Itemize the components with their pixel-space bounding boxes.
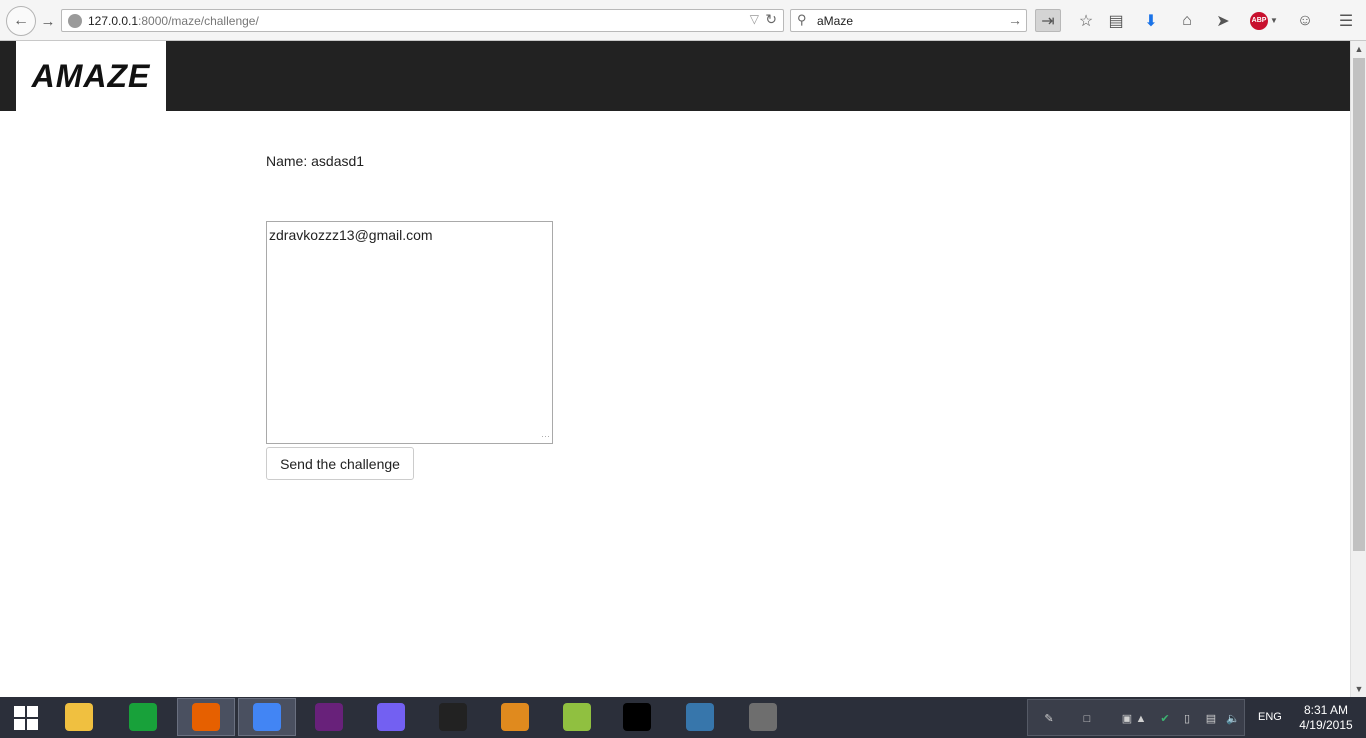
- logo-text: AMAZE: [31, 57, 151, 94]
- send-tab-button[interactable]: ➤: [1210, 9, 1236, 32]
- command-prompt-icon: [623, 703, 651, 731]
- browser-toolbar: ← → 127.0.0.1:8000/maze/challenge/ ▽ ↻ ⚲…: [0, 0, 1366, 41]
- url-text: 127.0.0.1:8000/maze/challenge/: [88, 14, 259, 28]
- player-name: Name: asdasd1: [266, 153, 365, 169]
- taskbar-app-button[interactable]: [177, 698, 235, 736]
- menu-button[interactable]: ☰: [1333, 9, 1359, 32]
- python-icon: [686, 703, 714, 731]
- signal-bars-icon[interactable]: ▤: [1204, 712, 1218, 726]
- unity-icon: [439, 703, 467, 731]
- search-go-icon[interactable]: →: [1008, 12, 1022, 28]
- url-path: :8000/maze/challenge/: [138, 14, 259, 28]
- input-language[interactable]: ENG: [1258, 711, 1282, 723]
- gimp-icon: [749, 703, 777, 731]
- email-textarea[interactable]: [266, 221, 553, 444]
- scroll-down-icon[interactable]: ▼: [1351, 681, 1366, 697]
- arrow-left-icon: ←: [13, 12, 29, 29]
- chevron-down-icon: ▼: [1270, 16, 1278, 25]
- search-bar[interactable]: ⚲ aMaze →: [790, 9, 1027, 32]
- chrome-icon: [253, 703, 281, 731]
- search-input[interactable]: aMaze: [817, 14, 853, 28]
- taskbar-app-button[interactable]: [114, 698, 172, 736]
- security-shield-icon[interactable]: ✔: [1158, 712, 1172, 726]
- globe-icon: [68, 14, 82, 28]
- taskbar-app-button[interactable]: [424, 698, 482, 736]
- home-icon: ⌂: [1182, 11, 1192, 29]
- taskbar-app-button[interactable]: [671, 698, 729, 736]
- clock-date: 4/19/2015: [1299, 718, 1353, 732]
- system-tray: ✎ □ ▣ ▲ ✔ ▯ ▤ 🔈: [1027, 699, 1245, 736]
- download-arrow-icon: ⬇: [1144, 12, 1158, 30]
- network-overflow-icon[interactable]: ▣: [1120, 712, 1134, 726]
- downloads-button[interactable]: ⬇: [1138, 9, 1164, 32]
- taskbar-app-button[interactable]: [238, 698, 296, 736]
- paper-plane-icon: ➤: [1216, 12, 1230, 30]
- store-icon: [129, 703, 157, 731]
- resize-grip-icon[interactable]: ⋯: [540, 431, 550, 441]
- smiley-icon: ☺: [1296, 11, 1314, 29]
- eclipse-icon: [501, 703, 529, 731]
- document-icon[interactable]: □: [1080, 712, 1094, 726]
- site-logo[interactable]: AMAZE: [16, 41, 166, 111]
- windows-logo-icon: [14, 706, 38, 730]
- url-host: 127.0.0.1: [88, 14, 139, 28]
- chevron-up-icon[interactable]: ▲: [1134, 712, 1148, 726]
- site-header: AMAZE: [0, 41, 1350, 111]
- smiley-button[interactable]: ☺: [1292, 9, 1318, 32]
- clock-time: 8:31 AM: [1303, 703, 1349, 717]
- system-clock[interactable]: 8:31 AM 4/19/2015: [1293, 703, 1359, 733]
- taskbar-app-button[interactable]: [300, 698, 358, 736]
- send-challenge-button[interactable]: Send the challenge: [266, 447, 414, 480]
- taskbar-app-button[interactable]: [608, 698, 666, 736]
- scroll-up-icon[interactable]: ▲: [1351, 41, 1366, 57]
- scroll-thumb[interactable]: [1353, 58, 1365, 551]
- device-icon[interactable]: ▯: [1180, 712, 1194, 726]
- url-dropdown-icon[interactable]: ▽: [750, 12, 759, 26]
- reload-icon[interactable]: ↻: [765, 11, 777, 28]
- pen-icon[interactable]: ✎: [1042, 712, 1056, 726]
- star-icon: ☆: [1078, 12, 1094, 30]
- taskbar-app-button[interactable]: [734, 698, 792, 736]
- forward-button[interactable]: →: [38, 10, 58, 32]
- page-scrollbar[interactable]: ▲ ▼: [1350, 41, 1366, 697]
- pin-tab-button[interactable]: ⇥: [1035, 9, 1061, 32]
- taskbar-app-button[interactable]: [548, 698, 606, 736]
- notepad-plus-plus-icon: [563, 703, 591, 731]
- reading-list-button[interactable]: ▤: [1103, 9, 1129, 32]
- back-button[interactable]: ←: [6, 6, 36, 36]
- viber-icon: [377, 703, 405, 731]
- taskbar-app-button[interactable]: [486, 698, 544, 736]
- taskbar-app-button[interactable]: [362, 698, 420, 736]
- bookmark-star-button[interactable]: ☆: [1073, 9, 1099, 32]
- home-button[interactable]: ⌂: [1174, 9, 1200, 32]
- hamburger-menu-icon: ☰: [1338, 12, 1354, 30]
- volume-muted-icon[interactable]: 🔈: [1226, 712, 1240, 726]
- start-button[interactable]: [6, 702, 46, 734]
- url-bar[interactable]: 127.0.0.1:8000/maze/challenge/ ▽ ↻: [61, 9, 784, 32]
- pin-icon: ⇥: [1041, 12, 1055, 30]
- windows-taskbar: ✎ □ ▣ ▲ ✔ ▯ ▤ 🔈 ENG 8:31 AM 4/19/2015: [0, 697, 1366, 738]
- firefox-icon: [192, 703, 220, 731]
- clipboard-icon: ▤: [1108, 12, 1124, 30]
- file-explorer-icon: [65, 703, 93, 731]
- arrow-right-icon: →: [40, 12, 56, 30]
- visual-studio-icon: [315, 703, 343, 731]
- adblock-icon: ABP: [1250, 11, 1269, 30]
- adblock-button[interactable]: ABP ▼: [1248, 9, 1280, 32]
- taskbar-app-button[interactable]: [50, 698, 108, 736]
- search-icon: ⚲: [797, 12, 807, 27]
